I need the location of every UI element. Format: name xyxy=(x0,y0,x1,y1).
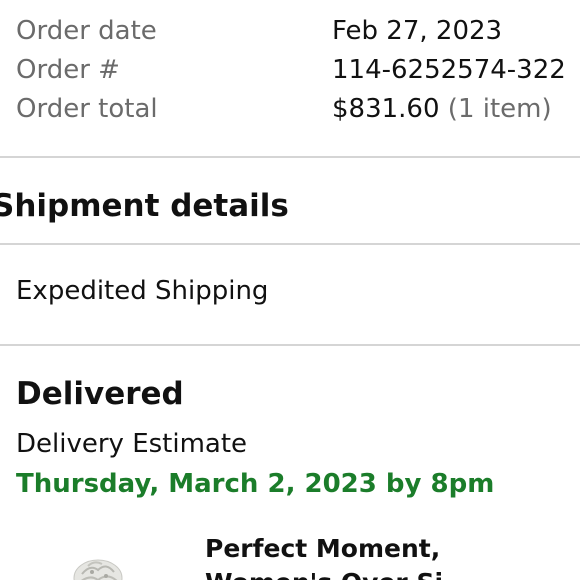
order-total-value-group: $831.60 (1 item) xyxy=(332,91,552,127)
order-total-value: $831.60 xyxy=(332,94,440,124)
order-date-value: Feb 27, 2023 xyxy=(332,16,503,46)
product-title-line-2[interactable]: Women's Over Si xyxy=(205,567,443,580)
order-number-label: Order # xyxy=(16,55,120,85)
shipment-details-heading: Shipment details xyxy=(0,188,289,224)
product-title-line-1[interactable]: Perfect Moment, xyxy=(205,533,440,564)
divider xyxy=(0,344,580,346)
order-item-count: (1 item) xyxy=(447,94,552,124)
order-number-value: 114-6252574-322 xyxy=(332,55,566,85)
shipping-speed: Expedited Shipping xyxy=(16,276,269,306)
delivery-estimate-date: Thursday, March 2, 2023 by 8pm xyxy=(16,469,495,499)
order-date-label: Order date xyxy=(16,16,157,46)
order-total-label: Order total xyxy=(16,94,158,124)
divider xyxy=(0,156,580,158)
product-thumbnail[interactable] xyxy=(68,552,126,580)
order-details-page: Order date Feb 27, 2023 Order # 114-6252… xyxy=(0,0,580,580)
delivery-status: Delivered xyxy=(16,376,184,412)
divider xyxy=(0,243,580,245)
delivery-estimate-label: Delivery Estimate xyxy=(16,429,248,459)
product-photo-icon xyxy=(73,559,123,580)
